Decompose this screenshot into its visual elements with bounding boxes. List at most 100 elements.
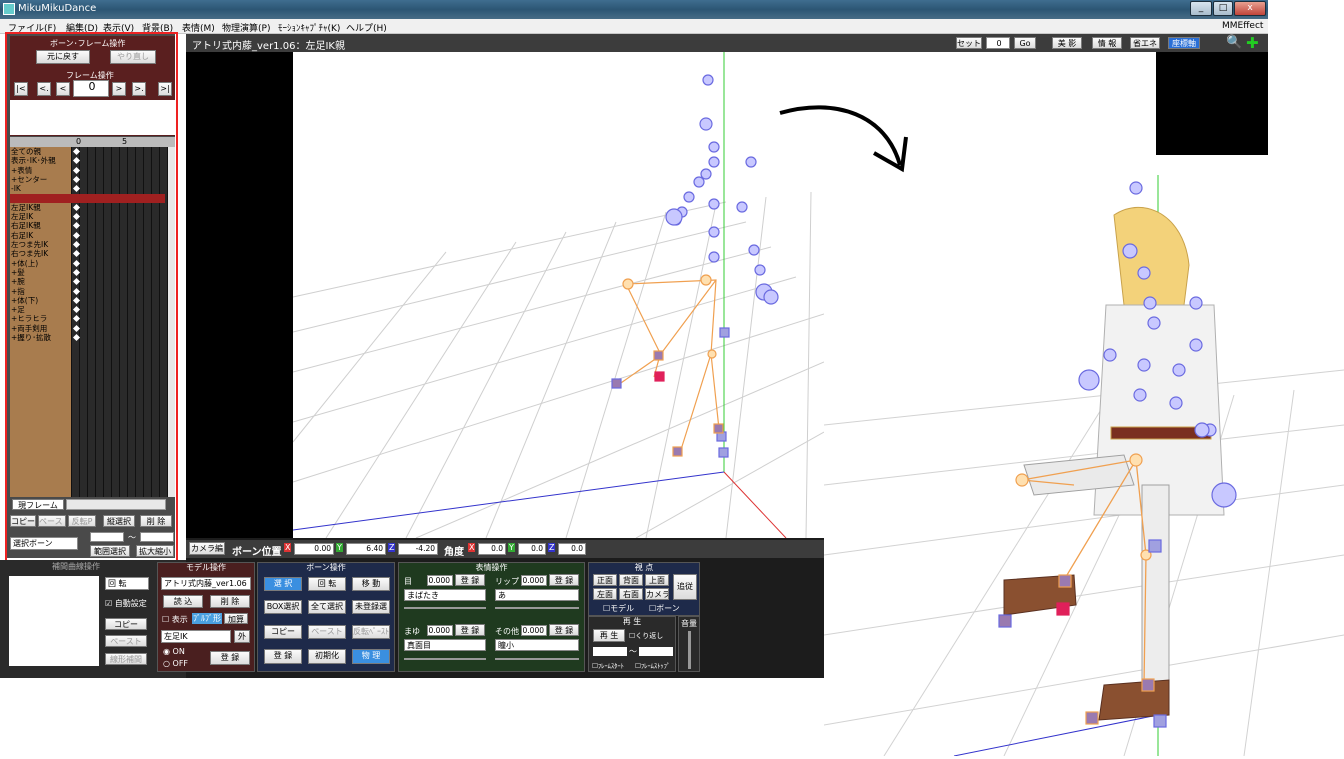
shadow-button[interactable]: 美 影 — [1052, 37, 1082, 49]
zoom-button[interactable]: 拡大縮小 — [136, 545, 174, 557]
bone-row[interactable]: +握り･拡散 — [10, 333, 71, 342]
set-button[interactable]: セット — [956, 37, 982, 49]
load-model-button[interactable]: 読 込 — [163, 595, 203, 608]
bone-init-button[interactable]: 初期化 — [308, 649, 346, 664]
bone-row[interactable]: +体(下) — [10, 296, 71, 305]
brow-morph-dropdown[interactable]: 真面目 — [404, 639, 486, 651]
eye-slider[interactable] — [404, 607, 486, 609]
redo-button[interactable]: やり直し — [110, 50, 156, 64]
next-frame-button[interactable]: > — [112, 82, 126, 96]
angle-z-input[interactable]: 0.0 — [558, 543, 586, 555]
menu-mmeffect[interactable]: MMEffect — [1222, 21, 1263, 31]
volume-slider[interactable] — [688, 631, 691, 669]
frame-start-checkbox[interactable]: ☐ﾌﾚｰﾑｽﾀｰﾄ — [592, 660, 624, 670]
bone-copy-button[interactable]: コピー — [264, 625, 302, 639]
info-button[interactable]: 情 報 — [1092, 37, 1122, 49]
lip-value-input[interactable]: 0.000 — [521, 575, 547, 586]
interp-rotate-dropdown[interactable]: 回 転 — [105, 577, 149, 590]
undo-button[interactable]: 元に戻す — [36, 50, 90, 64]
left-view-button[interactable]: 左面 — [593, 588, 617, 600]
bone-row[interactable]: 左足IK — [10, 212, 71, 221]
play-button[interactable]: 再 生 — [593, 629, 625, 642]
menu-motion-capture[interactable]: ﾓｰｼｮﾝｷｬﾌﾟﾁｬ(K) — [278, 21, 340, 34]
lip-slider[interactable] — [495, 607, 579, 609]
model-register-button[interactable]: 登 録 — [210, 651, 250, 665]
interp-curve-canvas[interactable] — [9, 576, 99, 666]
interp-paste-button[interactable]: ペースト — [105, 635, 147, 647]
range-end-input[interactable] — [140, 532, 174, 542]
menu-background[interactable]: 背景(B) — [142, 21, 173, 34]
select-all-button[interactable]: 全て選択 — [308, 600, 346, 614]
lip-morph-dropdown[interactable]: あ — [495, 589, 579, 601]
other-value-input[interactable]: 0.000 — [521, 625, 547, 636]
lip-register-button[interactable]: 登 録 — [549, 574, 579, 586]
bone-row[interactable]: +体(上) — [10, 259, 71, 268]
auto-set-checkbox[interactable]: ☑ 自動設定 — [105, 598, 147, 609]
model-select-dropdown[interactable]: アトリ式内藤_ver1.06 — [161, 577, 251, 590]
move-cross-icon[interactable]: ✚ — [1246, 34, 1259, 52]
vertical-select-button[interactable]: 縦選択 — [103, 515, 135, 527]
outer-parent-button[interactable]: 外 — [234, 630, 250, 643]
add-blend-button[interactable]: 加算 — [224, 613, 248, 624]
interp-copy-button[interactable]: コピー — [105, 618, 147, 630]
eye-morph-dropdown[interactable]: まばたき — [404, 589, 486, 601]
bone-row[interactable]: 左つま先IK — [10, 240, 71, 249]
angle-y-input[interactable]: 0.0 — [518, 543, 546, 555]
minimize-button[interactable]: _ — [1190, 1, 1212, 16]
axis-button[interactable]: 座標軸 — [1168, 37, 1200, 49]
close-button[interactable]: x — [1234, 1, 1266, 16]
bone-select-button[interactable]: 選 択 — [264, 577, 302, 591]
bone-rotate-button[interactable]: 回 転 — [308, 577, 346, 591]
bone-row[interactable]: -IK — [10, 184, 71, 193]
menu-view[interactable]: 表示(V) — [103, 21, 134, 34]
linear-interp-button[interactable]: 線形補間 — [105, 653, 147, 665]
set-value-input[interactable]: 0 — [986, 37, 1010, 49]
menu-physics[interactable]: 物理演算(P) — [222, 21, 270, 34]
model-view-checkbox[interactable]: ☐モデル — [603, 603, 634, 614]
maximize-button[interactable]: □ — [1213, 1, 1233, 16]
angle-x-input[interactable]: 0.0 — [478, 543, 506, 555]
brow-slider[interactable] — [404, 658, 486, 660]
bone-row[interactable]: 右つま先IK — [10, 249, 71, 258]
bone-row[interactable]: +両手剣用 — [10, 324, 71, 333]
bone-row[interactable]: +センター — [10, 175, 71, 184]
eye-value-input[interactable]: 0.000 — [427, 575, 453, 586]
flip-paste-button[interactable]: 反転P — [68, 515, 96, 527]
right-view-button[interactable]: 右面 — [619, 588, 643, 600]
camera-edit-button[interactable]: カメラ編 — [189, 542, 225, 555]
brow-value-input[interactable]: 0.000 — [427, 625, 453, 636]
range-start-input[interactable] — [90, 532, 124, 542]
pos-z-input[interactable]: -4.20 — [398, 543, 438, 555]
bone-row[interactable]: +指 — [10, 287, 71, 296]
pos-x-input[interactable]: 0.00 — [294, 543, 334, 555]
other-slider[interactable] — [495, 658, 579, 660]
menu-file[interactable]: ファイル(F) — [8, 21, 56, 34]
top-view-button[interactable]: 上面 — [645, 574, 669, 586]
bone-row[interactable]: 表示･IK･外親 — [10, 156, 71, 165]
delete-model-button[interactable]: 削 除 — [210, 595, 250, 608]
eye-register-button[interactable]: 登 録 — [455, 574, 485, 586]
back-view-button[interactable]: 背面 — [619, 574, 643, 586]
selected-bone-row[interactable] — [10, 193, 165, 203]
other-morph-dropdown[interactable]: 瞳小 — [495, 639, 579, 651]
go-button[interactable]: Go — [1014, 37, 1036, 49]
bone-row[interactable]: +ヒラヒラ — [10, 314, 71, 323]
range-select-button[interactable]: 範囲選択 — [90, 545, 130, 557]
menu-morph[interactable]: 表情(M) — [182, 21, 215, 34]
on-radio[interactable]: ◉ ON — [163, 647, 185, 656]
outer-parent-bone-dropdown[interactable]: 左足IK — [161, 630, 231, 643]
select-bone-dropdown[interactable]: 選択ボーン — [10, 537, 78, 550]
timeline-scrollbar[interactable] — [168, 147, 175, 497]
first-frame-button[interactable]: |< — [14, 82, 28, 96]
bone-row[interactable]: 左足IK親 — [10, 203, 71, 212]
camera-view-button[interactable]: カメラ — [645, 588, 669, 600]
flip-paste-bone-button[interactable]: 反転ﾍﾟｰｽﾄ — [352, 625, 390, 639]
frame-stop-checkbox[interactable]: ☐ﾌﾚｰﾑｽﾄｯﾌﾟ — [635, 660, 670, 670]
bone-register-button[interactable]: 登 録 — [264, 649, 302, 664]
eco-button[interactable]: 省エネ — [1130, 37, 1160, 49]
prev-key-button[interactable]: <. — [37, 82, 51, 96]
menu-help[interactable]: ヘルプ(H) — [346, 21, 387, 34]
last-frame-button[interactable]: >| — [158, 82, 172, 96]
show-checkbox[interactable]: ☐ 表示 — [162, 614, 188, 625]
loop-checkbox[interactable]: ☐くり返し — [629, 631, 663, 641]
